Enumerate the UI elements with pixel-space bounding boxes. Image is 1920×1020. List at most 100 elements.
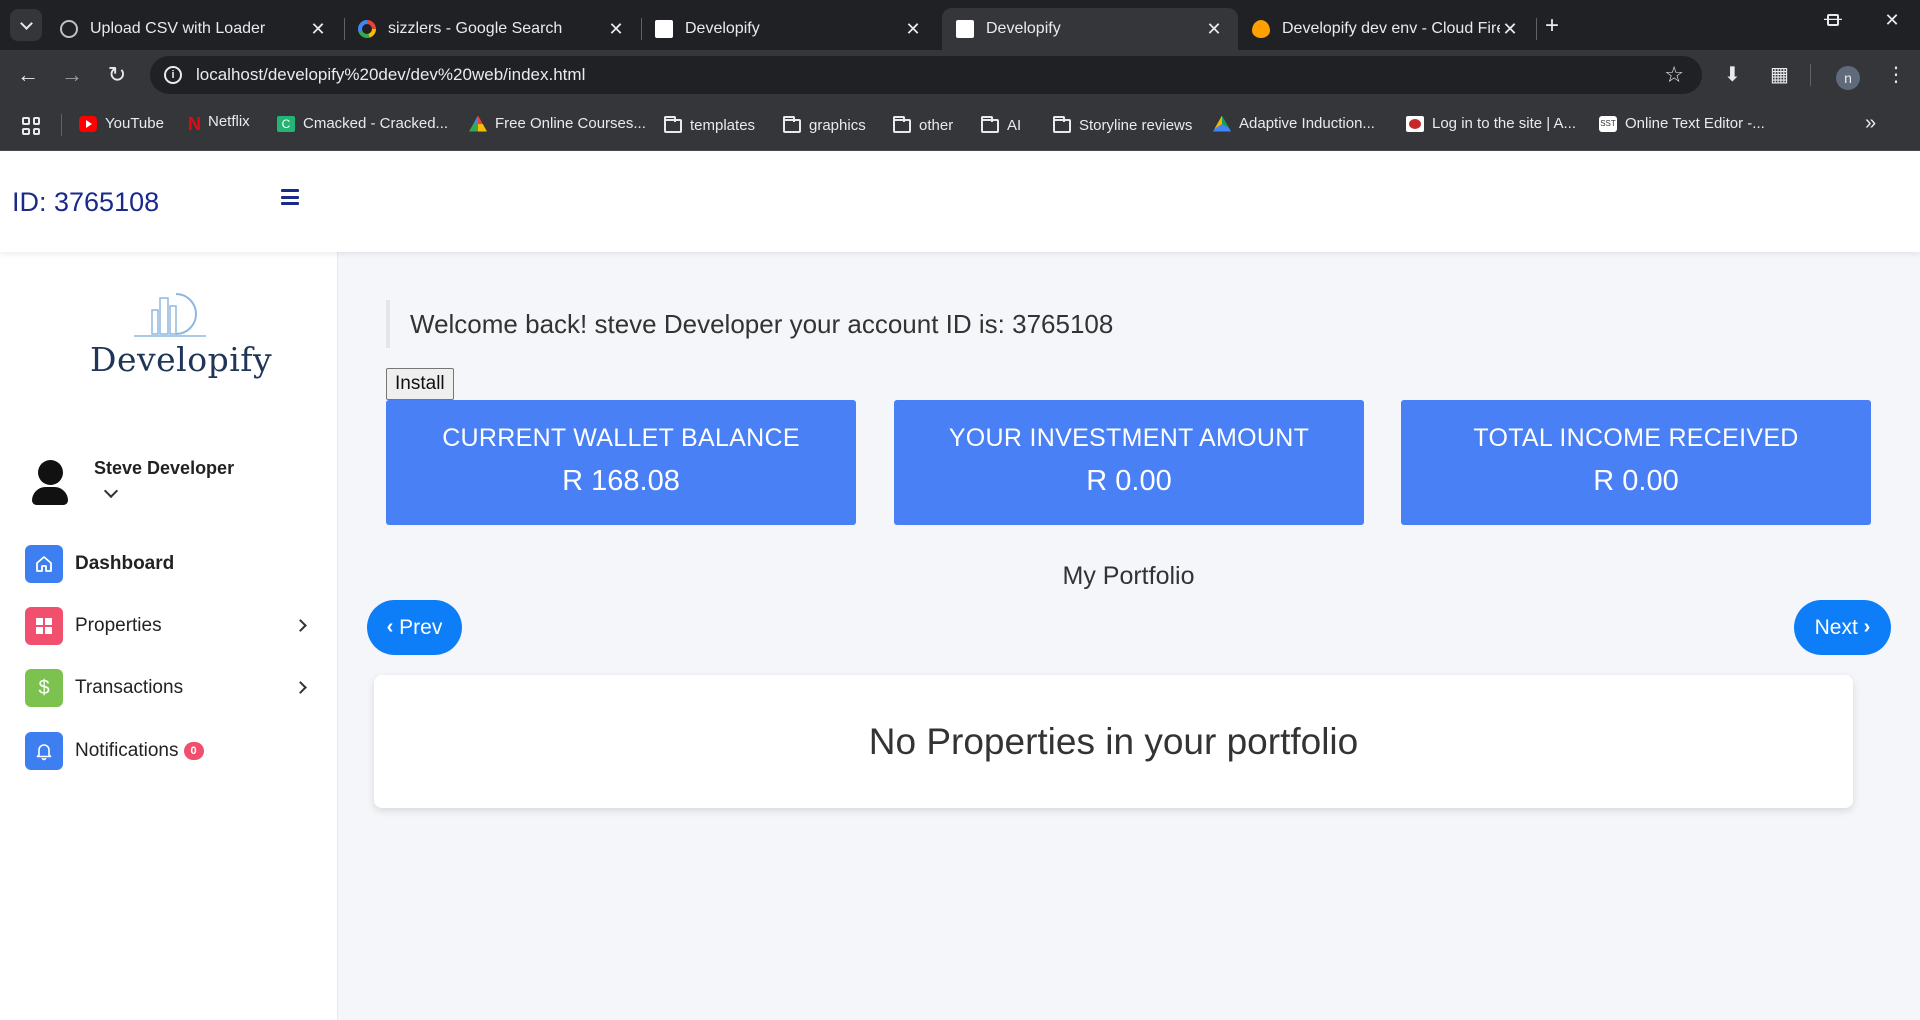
browser-tab-1[interactable]: Upload CSV with Loader ✕: [46, 8, 342, 50]
tab-search-button[interactable]: [10, 9, 42, 41]
netflix-icon: N: [188, 113, 201, 134]
sst-icon: SST: [1599, 115, 1617, 132]
developify-logo[interactable]: Developify: [90, 288, 272, 379]
sidebar-item-label: Dashboard: [75, 553, 175, 574]
install-button[interactable]: Install: [386, 368, 454, 400]
reload-icon[interactable]: ↻: [103, 62, 131, 88]
bookmark-star-icon[interactable]: ☆: [1664, 62, 1684, 88]
bookmark-label: Storyline reviews: [1079, 117, 1193, 134]
card-title: TOTAL INCOME RECEIVED: [1473, 424, 1799, 452]
chevron-right-icon: ›: [1863, 616, 1871, 638]
restore-icon[interactable]: [1813, 10, 1853, 31]
dollar-icon: $: [25, 669, 63, 707]
tab-title: Developify: [685, 20, 760, 37]
hamburger-menu-icon[interactable]: [281, 189, 299, 205]
notification-count-badge: 0: [183, 742, 204, 760]
chevron-right-icon: [294, 619, 307, 632]
bookmark-cmacked[interactable]: C Cmacked - Cracked...: [277, 115, 448, 132]
sidebar-item-label: Transactions: [75, 677, 184, 698]
user-name: Steve Developer: [94, 458, 235, 478]
bookmark-label: YouTube: [105, 115, 164, 132]
folder-icon: [664, 115, 682, 133]
menu-kebab-icon[interactable]: ⋮: [1886, 62, 1906, 87]
apps-grid-icon[interactable]: [22, 117, 40, 135]
card-value: R 0.00: [1086, 465, 1172, 497]
folder-icon: [981, 115, 999, 133]
sidebar-item-label: Properties: [75, 615, 162, 636]
address-bar[interactable]: i localhost/developify%20dev/dev%20web/i…: [150, 56, 1702, 94]
app-header: ID: 3765108: [0, 151, 1920, 252]
bookmark-label: Cmacked - Cracked...: [303, 115, 449, 132]
developify-icon: [655, 20, 673, 38]
bookmark-label: AI: [1007, 117, 1022, 134]
card-value: R 168.08: [562, 465, 680, 497]
drive-icon: [1213, 115, 1231, 132]
main-content: Welcome back! steve Developer your accou…: [339, 252, 1920, 1020]
close-icon[interactable]: ✕: [606, 19, 626, 40]
investment-amount-card: YOUR INVESTMENT AMOUNT R 0.00: [894, 400, 1364, 525]
browser-tab-3[interactable]: Developify ✕: [641, 8, 937, 50]
bookmark-label: Adaptive Induction...: [1239, 115, 1375, 132]
new-tab-button[interactable]: +: [1545, 12, 1559, 40]
empty-message: No Properties in your portfolio: [868, 720, 1359, 762]
bookmark-netflix[interactable]: N Netflix: [188, 113, 250, 134]
bookmark-folder-templates[interactable]: templates: [664, 115, 756, 134]
total-income-card: TOTAL INCOME RECEIVED R 0.00: [1401, 400, 1871, 525]
next-label: Next: [1814, 615, 1858, 639]
tab-title: Developify dev env - Cloud Fire: [1282, 20, 1500, 37]
bookmark-folder-ai[interactable]: AI: [981, 115, 1022, 134]
bookmark-label: templates: [690, 117, 756, 134]
youtube-icon: [79, 115, 97, 132]
close-icon[interactable]: ✕: [1500, 19, 1520, 40]
bell-icon: [25, 732, 63, 770]
bookmark-text-editor[interactable]: SST Online Text Editor -...: [1599, 115, 1765, 132]
browser-tab-5[interactable]: Developify dev env - Cloud Fire ✕: [1238, 8, 1534, 50]
bookmark-label: Log in to the site | A...: [1432, 115, 1576, 132]
bookmarks-overflow-icon[interactable]: »: [1865, 112, 1876, 135]
user-profile[interactable]: Steve Developer: [32, 458, 234, 506]
window-close-icon[interactable]: ✕: [1872, 10, 1912, 31]
card-title: YOUR INVESTMENT AMOUNT: [948, 424, 1310, 452]
city-skyline-icon: [134, 293, 206, 337]
sidebar-item-notifications[interactable]: Notifications 0: [25, 731, 325, 771]
sidebar-item-dashboard[interactable]: Dashboard: [25, 544, 325, 584]
close-icon[interactable]: ✕: [903, 19, 923, 40]
bookmark-label: Online Text Editor -...: [1625, 115, 1765, 132]
url-text[interactable]: localhost/developify%20dev/dev%20web/ind…: [196, 65, 585, 85]
tab-title: sizzlers - Google Search: [388, 20, 563, 37]
prev-button[interactable]: ‹ Prev: [367, 600, 462, 655]
folder-icon: [1053, 115, 1071, 133]
next-button[interactable]: Next ›: [1794, 600, 1891, 655]
portfolio-title-text: My Portfolio: [1062, 562, 1195, 590]
bookmark-login[interactable]: Log in to the site | A...: [1406, 115, 1576, 132]
bookmark-folder-graphics[interactable]: graphics: [783, 115, 866, 134]
close-icon[interactable]: ✕: [308, 19, 328, 40]
chevron-down-icon[interactable]: [103, 483, 119, 499]
google-icon: [358, 20, 376, 38]
browser-toolbar: ← → ↻ i localhost/developify%20dev/dev%2…: [0, 50, 1920, 100]
browser-tab-2[interactable]: sizzlers - Google Search ✕: [344, 8, 640, 50]
sidebar-item-properties[interactable]: Properties: [25, 606, 325, 646]
extensions-icon[interactable]: ▦: [1770, 62, 1789, 87]
courses-icon: [469, 115, 487, 132]
close-icon[interactable]: ✕: [1204, 19, 1224, 40]
chevron-down-icon: [19, 16, 33, 30]
bookmark-folder-other[interactable]: other: [893, 115, 953, 134]
back-arrow-icon[interactable]: ←: [14, 62, 42, 88]
download-icon[interactable]: ⬇: [1724, 62, 1741, 87]
bookmark-courses[interactable]: Free Online Courses...: [469, 115, 646, 132]
forward-arrow-icon[interactable]: →: [58, 62, 86, 88]
prev-label: Prev: [399, 615, 443, 639]
portfolio-empty-state: No Properties in your portfolio: [374, 675, 1853, 808]
bookmark-folder-storyline[interactable]: Storyline reviews: [1053, 115, 1193, 134]
chevron-left-icon: ‹: [386, 616, 394, 638]
welcome-message: Welcome back! steve Developer your accou…: [386, 300, 1113, 348]
sidebar-item-transactions[interactable]: $ Transactions: [25, 668, 325, 708]
user-avatar-icon: [32, 460, 68, 506]
profile-avatar[interactable]: n: [1836, 66, 1860, 90]
header-account-id: ID: 3765108: [12, 187, 160, 217]
site-info-icon[interactable]: i: [164, 66, 182, 84]
browser-tab-active[interactable]: Developify ✕: [942, 8, 1238, 50]
bookmark-adaptive[interactable]: Adaptive Induction...: [1213, 115, 1375, 132]
bookmark-youtube[interactable]: YouTube: [79, 115, 164, 132]
